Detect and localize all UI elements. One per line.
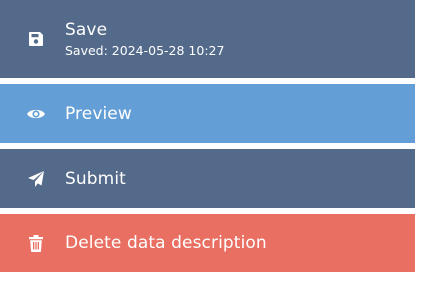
trash-icon <box>24 231 48 255</box>
save-button[interactable]: Save Saved: 2024-05-28 10:27 <box>0 0 415 78</box>
preview-label: Preview <box>65 103 132 124</box>
action-panel: Save Saved: 2024-05-28 10:27 Preview Sub… <box>0 0 429 293</box>
save-label: Save <box>65 19 108 40</box>
delete-text: Delete data description <box>65 214 267 272</box>
preview-button[interactable]: Preview <box>0 84 415 143</box>
submit-text: Submit <box>65 149 126 208</box>
paper-plane-icon <box>24 167 48 191</box>
eye-icon <box>24 102 48 126</box>
submit-label: Submit <box>65 168 126 189</box>
submit-button[interactable]: Submit <box>0 149 415 208</box>
delete-label: Delete data description <box>65 233 267 253</box>
save-text: Save Saved: 2024-05-28 10:27 <box>65 0 224 78</box>
preview-text: Preview <box>65 84 132 143</box>
delete-data-description-button[interactable]: Delete data description <box>0 214 415 272</box>
save-status: Saved: 2024-05-28 10:27 <box>65 42 225 58</box>
floppy-disk-icon <box>24 27 48 51</box>
